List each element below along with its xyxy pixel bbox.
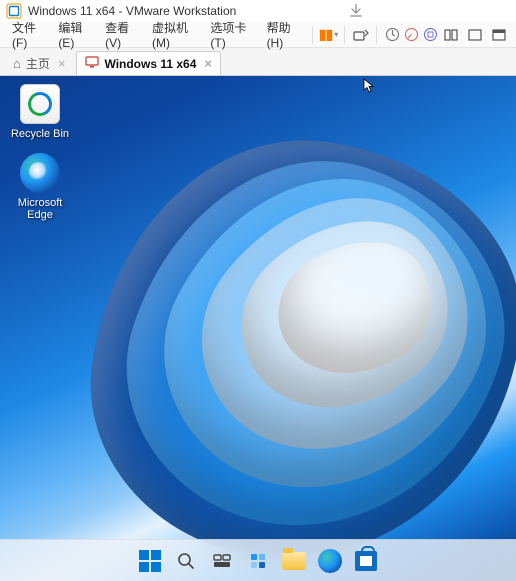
file-explorer-button[interactable] (279, 546, 309, 576)
widgets-button[interactable] (243, 546, 273, 576)
vmware-menubar: 文件(F) 编辑(E) 查看(V) 虚拟机(M) 选项卡(T) 帮助(H) ▮▮… (0, 22, 516, 48)
snapshot-prev-button[interactable] (402, 24, 421, 46)
tab-home[interactable]: ⌂ 主页 × (4, 51, 74, 75)
task-view-icon (212, 551, 232, 571)
edge-taskbar-button[interactable] (315, 546, 345, 576)
menu-file[interactable]: 文件(F) (6, 16, 50, 53)
icon-label: Recycle Bin (5, 128, 75, 140)
pin-icon[interactable] (350, 4, 362, 21)
close-icon[interactable]: × (204, 56, 212, 71)
store-icon (355, 551, 377, 571)
desktop-icon-recycle-bin[interactable]: Recycle Bin (5, 84, 75, 140)
edge-icon (318, 549, 342, 573)
separator (376, 26, 377, 44)
widgets-icon (248, 551, 268, 571)
home-icon: ⌂ (13, 56, 21, 71)
fullscreen-button[interactable] (488, 24, 510, 46)
menu-view[interactable]: 查看(V) (99, 16, 144, 53)
dropdown-icon: ▾ (334, 30, 338, 39)
view-console-button[interactable] (464, 24, 486, 46)
folder-icon (282, 552, 306, 570)
windows11-wallpaper (0, 76, 516, 581)
send-keys-button[interactable] (351, 24, 370, 46)
close-icon[interactable]: × (58, 56, 66, 71)
menu-help[interactable]: 帮助(H) (261, 16, 306, 53)
taskbar-center (135, 546, 381, 576)
guest-desktop[interactable]: Recycle Bin Microsoft Edge (0, 76, 516, 581)
menu-tabs[interactable]: 选项卡(T) (204, 16, 258, 53)
menu-vm[interactable]: 虚拟机(M) (146, 16, 202, 53)
desktop-icon-edge[interactable]: Microsoft Edge (5, 153, 75, 221)
separator (344, 26, 345, 44)
windows-logo-icon (139, 550, 161, 572)
snapshot-button[interactable] (383, 24, 402, 46)
tab-label: 主页 (26, 55, 50, 72)
pause-icon: ▮▮ (319, 26, 332, 43)
search-button[interactable] (171, 546, 201, 576)
menu-edit[interactable]: 编辑(E) (52, 16, 97, 53)
icon-label: Microsoft Edge (5, 197, 75, 221)
menu-items: 文件(F) 编辑(E) 查看(V) 虚拟机(M) 选项卡(T) 帮助(H) (6, 16, 306, 53)
tab-label: Windows 11 x64 (104, 57, 196, 71)
search-icon (176, 551, 196, 571)
start-button[interactable] (135, 546, 165, 576)
windows-taskbar[interactable] (0, 539, 516, 581)
store-button[interactable] (351, 546, 381, 576)
view-single-button[interactable] (440, 24, 462, 46)
vm-tab-icon (85, 56, 99, 71)
separator (312, 26, 313, 44)
pause-vm-button[interactable]: ▮▮ ▾ (319, 24, 338, 46)
snapshot-manager-button[interactable] (421, 24, 440, 46)
task-view-button[interactable] (207, 546, 237, 576)
tab-vm[interactable]: Windows 11 x64 × (76, 51, 221, 75)
recycle-bin-icon (20, 84, 60, 124)
edge-icon (20, 153, 60, 193)
